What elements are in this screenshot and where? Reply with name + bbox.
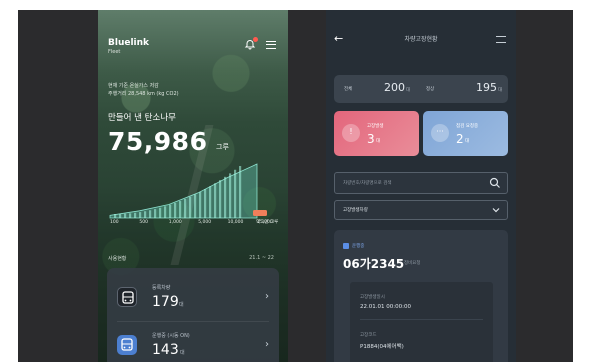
search-placeholder: 차량번호/차량명으로 검색 xyxy=(343,181,392,186)
vehicle-card[interactable]: 운행중 06가2345 정비요청 고장발생일시 22.01.01 00:00:0… xyxy=(334,230,508,362)
chart-tree-bar xyxy=(234,169,237,218)
axis-end-label: 약 1만 그루 xyxy=(256,220,279,225)
chart-tree-bar xyxy=(199,191,202,218)
chart-tree-bar xyxy=(189,196,192,218)
info-value: 22.01.01 00:00:00 xyxy=(360,304,411,310)
vehicle-summary-card: 등록차량 179 대 › 운행중 (시동 ON) 143 대 › xyxy=(107,268,279,362)
chart-tree-bar xyxy=(214,183,217,218)
chart-tree-bar xyxy=(114,214,117,218)
app-logo-sub: Fleet xyxy=(108,49,121,55)
tree-title: 만들어 낸 탄소나무 xyxy=(108,113,176,123)
axis-tick-label: 500 xyxy=(139,220,148,225)
chevron-right-icon: › xyxy=(265,291,269,302)
driving-vehicles-row[interactable]: 운행중 (시동 ON) 143 대 › xyxy=(107,322,279,362)
menu-icon[interactable] xyxy=(496,36,506,43)
total-label: 전체 xyxy=(344,87,353,92)
total-value: 200 xyxy=(384,81,405,94)
chart-tree-bar xyxy=(174,202,177,218)
vehicle-search-input[interactable]: 차량번호/차량명으로 검색 xyxy=(334,172,508,194)
row-count: 143 xyxy=(152,342,179,358)
chevron-right-icon: › xyxy=(265,339,269,350)
chart-tree-bar xyxy=(139,212,142,218)
chart-tree-bar xyxy=(154,209,157,218)
chart-tree-bar xyxy=(164,206,167,218)
info-value: P1884(04에어백) xyxy=(360,344,404,350)
alert-icon: ! xyxy=(342,124,360,142)
status-badge: 운행중 xyxy=(352,244,365,249)
chart-tree-bar xyxy=(159,207,162,218)
vehicle-stats-bar: 전체 200 대 정상 195 대 xyxy=(334,75,508,103)
fault-info-box: 고장발생일시 22.01.01 00:00:00 고장코드 P1884(04에어… xyxy=(350,282,493,362)
tree-count: 75,986 xyxy=(108,127,208,156)
screen-header: ← 차량고장현황 xyxy=(326,32,516,48)
chart-tree-bar xyxy=(239,166,242,218)
chart-tree-bar xyxy=(124,213,127,218)
chart-tree-bar xyxy=(224,176,227,218)
tile-value: 2 xyxy=(456,132,464,146)
summary-text: 현재 기준 온실가스 저감 주행거리 28,548 km (kg CO2) xyxy=(108,82,179,98)
filter-select[interactable]: 고장발생차량 xyxy=(334,200,508,220)
vehicle-number: 06가2345 xyxy=(343,257,405,271)
summary-line-2: 주행거리 28,548 km (kg CO2) xyxy=(108,91,179,97)
chart-tree-bar xyxy=(129,213,132,218)
chart-tree-bar xyxy=(169,204,172,218)
more-icon: ··· xyxy=(431,124,449,142)
chart-tree-bar xyxy=(119,213,122,218)
chart-tree-bar xyxy=(229,173,232,218)
chart-tree-bar xyxy=(209,186,212,218)
screen-title: 차량고장현황 xyxy=(404,36,438,43)
tree-unit: 그루 xyxy=(216,143,229,151)
normal-unit: 대 xyxy=(498,88,503,93)
chart-axis: 100 500 1,000 5,000 10,000 15,000 약 1만 그루 xyxy=(108,220,283,230)
chart-tree-bar xyxy=(149,210,152,218)
summary-line-1: 현재 기준 온실가스 저감 xyxy=(108,83,159,89)
inspection-tile[interactable]: ··· 점검 요청중 2 대 xyxy=(423,111,508,156)
fault-tile[interactable]: ! 고장발생 3 대 xyxy=(334,111,419,156)
chart-tree-bar xyxy=(194,194,197,218)
chart-tree-bar xyxy=(134,212,137,218)
fault-status-screen: ← 차량고장현황 전체 200 대 정상 195 대 ! 고장발생 3 대 ··… xyxy=(326,10,516,362)
chart-tree-bar xyxy=(144,211,147,218)
chart-tree-bar xyxy=(184,198,187,218)
search-icon[interactable] xyxy=(489,177,501,189)
tile-unit: 대 xyxy=(465,139,470,144)
axis-tick-label: 100 xyxy=(110,220,119,225)
history-range: 21.1 ~ 22 xyxy=(249,255,274,261)
dashboard-screen: Bluelink Fleet 현재 기준 온실가스 저감 주행거리 28,548… xyxy=(98,10,288,362)
chevron-down-icon xyxy=(492,208,500,213)
app-logo: Bluelink xyxy=(108,38,150,48)
row-label: 운행중 (시동 ON) xyxy=(152,333,190,339)
car-marker-icon xyxy=(253,210,267,216)
row-label: 등록차량 xyxy=(152,285,171,291)
vehicle-sub-status: 정비요청 xyxy=(404,261,421,266)
history-label: 사용현황 xyxy=(108,256,127,262)
info-label: 고장코드 xyxy=(360,333,377,338)
normal-label: 정상 xyxy=(426,87,435,92)
bus-icon xyxy=(117,335,137,355)
registered-vehicles-row[interactable]: 등록차량 179 대 › xyxy=(107,274,279,320)
bus-icon xyxy=(117,287,137,307)
bus-icon xyxy=(343,243,349,249)
row-unit: 대 xyxy=(180,350,185,356)
info-label: 고장발생일시 xyxy=(360,295,385,300)
row-unit: 대 xyxy=(179,302,184,308)
notification-dot xyxy=(253,37,258,42)
chart-tree-bar xyxy=(179,201,182,218)
tile-label: 고장발생 xyxy=(367,124,384,129)
chart-tree-bar xyxy=(204,189,207,218)
menu-icon[interactable] xyxy=(266,41,276,49)
tile-label: 점검 요청중 xyxy=(456,124,479,129)
axis-tick-label: 1,000 xyxy=(168,220,182,225)
tile-value: 3 xyxy=(367,132,375,146)
normal-value: 195 xyxy=(476,81,497,94)
total-unit: 대 xyxy=(406,88,411,93)
select-value: 고장발생차량 xyxy=(343,208,368,213)
row-count: 179 xyxy=(152,294,179,310)
info-divider xyxy=(360,319,483,320)
axis-tick-label: 5,000 xyxy=(198,220,212,225)
tile-unit: 대 xyxy=(376,139,381,144)
axis-tick-label: 10,000 xyxy=(227,220,244,225)
app-header: Bluelink Fleet xyxy=(108,37,278,60)
chart-tree-bar xyxy=(219,180,222,218)
